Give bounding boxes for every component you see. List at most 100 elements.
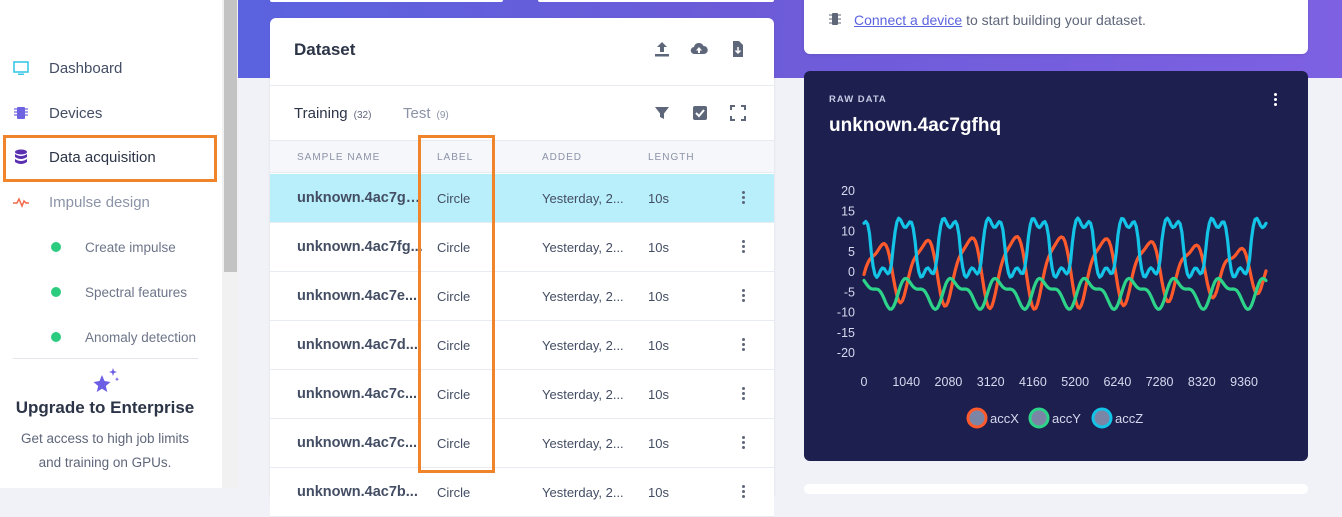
tab-training[interactable]: Training (32) xyxy=(294,105,371,122)
raw-data-chart: 20 15 10 5 0 -5 -10 -15 -20 0 1040 2080 3120 4160 5200… xyxy=(837,184,1268,429)
sidebar: Dashboard Devices Data acquisition Impul… xyxy=(0,0,222,488)
column-header[interactable]: LENGTH xyxy=(648,152,695,163)
file-export-icon[interactable] xyxy=(729,40,747,58)
divider xyxy=(13,358,198,359)
row-menu-icon[interactable] xyxy=(738,190,748,206)
chip-icon xyxy=(829,13,841,25)
sample-name: unknown.4ac7c... xyxy=(297,435,418,451)
y-tick-label: 10 xyxy=(841,225,855,239)
sample-label: Circle xyxy=(437,485,471,500)
sample-added: Yesterday, 2... xyxy=(542,387,624,402)
legend-label: accY xyxy=(1052,411,1081,426)
table-row[interactable]: unknown.4ac7b... Circle Yesterday, 2... 10s xyxy=(270,468,774,517)
sample-name: unknown.4ac7e... xyxy=(297,288,418,304)
sample-length: 10s xyxy=(648,289,669,304)
nav-label: Impulse design xyxy=(49,193,150,211)
row-menu-icon[interactable] xyxy=(738,337,748,353)
raw-data-panel: RAW DATA unknown.4ac7gfhq 20 15 10 5 0 -5 -10-… xyxy=(804,71,1308,461)
sample-added: Yesterday, 2... xyxy=(542,338,624,353)
legend-marker xyxy=(1091,407,1113,429)
y-tick-label: 5 xyxy=(848,245,855,259)
label-column-highlight-box xyxy=(418,135,495,473)
x-tick-label: 1040 xyxy=(892,375,920,389)
column-header[interactable]: SAMPLE NAME xyxy=(297,152,380,163)
sample-name: unknown.4ac7fg... xyxy=(297,239,423,255)
x-tick-label: 7280 xyxy=(1146,375,1174,389)
connect-device-card: Connect a device to start building your … xyxy=(804,0,1308,54)
card-edge xyxy=(270,0,503,2)
scrollbar-thumb[interactable] xyxy=(224,0,237,272)
x-tick-label: 8320 xyxy=(1188,375,1216,389)
filter-icon[interactable] xyxy=(653,104,671,122)
tab-label: Test xyxy=(403,105,431,122)
status-dot-icon xyxy=(51,242,61,252)
nav-label: Dashboard xyxy=(49,59,123,77)
nav-impulse-design[interactable]: Impulse design xyxy=(0,182,222,222)
y-tick-label: 0 xyxy=(848,265,855,279)
expand-icon[interactable] xyxy=(729,104,747,122)
sample-length: 10s xyxy=(648,436,669,451)
table-row[interactable]: unknown.4ac7e... Circle Yesterday, 2... 10s xyxy=(270,272,774,321)
nav-highlight-box xyxy=(3,135,217,182)
upgrade-text: Get access to high job limits xyxy=(20,431,190,446)
table-row[interactable]: unknown.4ac7gfhq Circle Yesterday, 2... 10s xyxy=(270,174,774,223)
sample-added: Yesterday, 2... xyxy=(542,191,624,206)
upgrade-text: and training on GPUs. xyxy=(38,455,172,470)
row-menu-icon[interactable] xyxy=(738,435,748,451)
sample-name: unknown.4ac7b... xyxy=(297,484,418,500)
dataset-title: Dataset xyxy=(294,40,356,59)
legend-label: accZ xyxy=(1115,411,1143,426)
row-menu-icon[interactable] xyxy=(738,239,748,255)
checkbox-select-icon[interactable] xyxy=(691,104,709,122)
table-row[interactable]: unknown.4ac7d... Circle Yesterday, 2... 10s xyxy=(270,321,774,370)
nav-create-impulse[interactable]: Create impulse xyxy=(0,232,222,262)
x-tick-label: 6240 xyxy=(1103,375,1131,389)
y-tick-label: -10 xyxy=(837,306,855,320)
y-tick-label: -5 xyxy=(844,285,855,299)
sample-length: 10s xyxy=(648,191,669,206)
upload-icon[interactable] xyxy=(653,40,671,58)
tab-count: (9) xyxy=(436,110,449,121)
row-menu-icon[interactable] xyxy=(738,386,748,402)
row-menu-icon[interactable] xyxy=(738,484,748,500)
legend-label: accX xyxy=(990,411,1019,426)
connect-device-link[interactable]: Connect a device xyxy=(854,12,962,28)
x-tick-label: 2080 xyxy=(935,375,963,389)
monitor-icon xyxy=(12,59,30,77)
series-line-accY xyxy=(862,276,1268,311)
legend-marker xyxy=(1028,407,1050,429)
table-header: SAMPLE NAME LABEL ADDED LENGTH xyxy=(270,140,774,173)
table-row[interactable]: unknown.4ac7c... Circle Yesterday, 2... 10s xyxy=(270,419,774,468)
cloud-upload-icon[interactable] xyxy=(690,40,708,58)
status-dot-icon xyxy=(51,287,61,297)
sparkle-icon xyxy=(93,368,120,392)
card-edge xyxy=(804,484,1308,494)
legend-marker xyxy=(966,407,988,429)
x-tick-label: 9360 xyxy=(1230,375,1258,389)
status-dot-icon xyxy=(51,332,61,342)
dataset-panel: Dataset Training (32) Test (9) SAMPLE NAME… xyxy=(270,18,774,517)
sample-length: 10s xyxy=(648,387,669,402)
y-tick-label: 20 xyxy=(841,184,855,198)
tab-label: Training xyxy=(294,105,348,122)
column-header[interactable]: ADDED xyxy=(542,152,582,163)
nav-label: Devices xyxy=(49,104,103,122)
nav-devices[interactable]: Devices xyxy=(0,93,222,133)
nav-spectral-features[interactable]: Spectral features xyxy=(0,277,222,307)
x-tick-label: 5200 xyxy=(1061,375,1089,389)
sample-name: unknown.4ac7d... xyxy=(297,337,418,353)
connect-text: to start building your dataset. xyxy=(962,12,1146,28)
nav-label: Create impulse xyxy=(85,239,176,255)
sample-added: Yesterday, 2... xyxy=(542,485,624,500)
table-row[interactable]: unknown.4ac7c... Circle Yesterday, 2... 10s xyxy=(270,370,774,419)
y-tick-label: -20 xyxy=(837,346,855,360)
sample-added: Yesterday, 2... xyxy=(542,436,624,451)
nav-anomaly-detection[interactable]: Anomaly detection xyxy=(0,322,222,352)
table-row[interactable]: unknown.4ac7fg... Circle Yesterday, 2... 10… xyxy=(270,223,774,272)
sample-name: unknown.4ac7gfhq xyxy=(297,190,425,206)
tab-test[interactable]: Test (9) xyxy=(403,105,449,122)
sample-length: 10s xyxy=(648,240,669,255)
nav-dashboard[interactable]: Dashboard xyxy=(0,48,222,88)
sample-name: unknown.4ac7c... xyxy=(297,386,418,402)
row-menu-icon[interactable] xyxy=(738,288,748,304)
